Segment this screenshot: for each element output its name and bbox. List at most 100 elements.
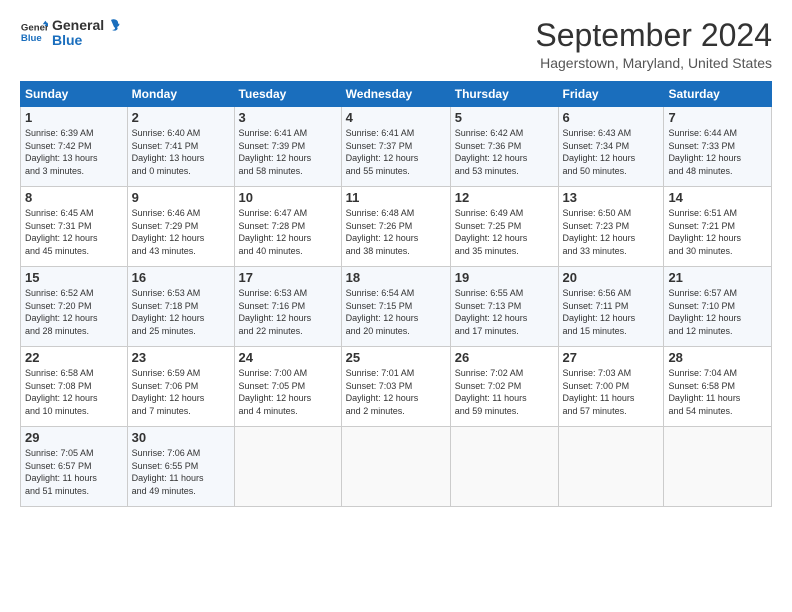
- cell-content: Sunrise: 6:59 AMSunset: 7:06 PMDaylight:…: [132, 367, 230, 417]
- calendar-cell: 26Sunrise: 7:02 AMSunset: 7:02 PMDayligh…: [450, 347, 558, 427]
- cell-content: Sunrise: 6:53 AMSunset: 7:16 PMDaylight:…: [239, 287, 337, 337]
- calendar-cell: 17 Sunrise: 6:53 AMSunset: 7:16 PMDayligh…: [234, 267, 341, 347]
- calendar-cell: 21 Sunrise: 6:57 AMSunset: 7:10 PMDayligh…: [664, 267, 772, 347]
- cell-content: Sunrise: 7:01 AMSunset: 7:03 PMDaylight:…: [346, 367, 446, 417]
- week-row-4: 22 Sunrise: 6:58 AMSunset: 7:08 PMDayligh…: [21, 347, 772, 427]
- header-cell-friday: Friday: [558, 82, 664, 107]
- day-number: 11: [346, 190, 446, 205]
- calendar-cell: 20 Sunrise: 6:56 AMSunset: 7:11 PMDayligh…: [558, 267, 664, 347]
- logo-line1: General: [52, 18, 104, 33]
- month-title: September 2024: [535, 18, 772, 53]
- cell-content: Sunrise: 7:05 AMSunset: 6:57 PMDaylight:…: [25, 447, 123, 497]
- day-number: 23: [132, 350, 230, 365]
- day-number: 1: [25, 110, 123, 125]
- day-number: 27: [563, 350, 660, 365]
- day-number: 26: [455, 350, 554, 365]
- calendar-cell: [234, 427, 341, 507]
- week-row-1: 1 Sunrise: 6:39 AMSunset: 7:42 PMDaylight…: [21, 107, 772, 187]
- day-number: 5: [455, 110, 554, 125]
- day-number: 8: [25, 190, 123, 205]
- cell-content: Sunrise: 6:39 AMSunset: 7:42 PMDaylight:…: [25, 127, 123, 177]
- calendar-cell: 6Sunrise: 6:43 AMSunset: 7:34 PMDaylight…: [558, 107, 664, 187]
- header-cell-saturday: Saturday: [664, 82, 772, 107]
- cell-content: Sunrise: 6:58 AMSunset: 7:08 PMDaylight:…: [25, 367, 123, 417]
- calendar-cell: 2 Sunrise: 6:40 AMSunset: 7:41 PMDaylight…: [127, 107, 234, 187]
- calendar-cell: 12 Sunrise: 6:49 AMSunset: 7:25 PMDayligh…: [450, 187, 558, 267]
- calendar-cell: 23 Sunrise: 6:59 AMSunset: 7:06 PMDayligh…: [127, 347, 234, 427]
- calendar-page: General Blue General Blue September 2024…: [0, 0, 792, 612]
- cell-content: Sunrise: 6:56 AMSunset: 7:11 PMDaylight:…: [563, 287, 660, 337]
- day-number: 14: [668, 190, 767, 205]
- day-number: 25: [346, 350, 446, 365]
- calendar-cell: 14Sunrise: 6:51 AMSunset: 7:21 PMDayligh…: [664, 187, 772, 267]
- logo-line2: Blue: [52, 33, 104, 48]
- cell-content: Sunrise: 6:50 AMSunset: 7:23 PMDaylight:…: [563, 207, 660, 257]
- calendar-cell: 27 Sunrise: 7:03 AMSunset: 7:00 PMDayligh…: [558, 347, 664, 427]
- header-cell-thursday: Thursday: [450, 82, 558, 107]
- day-number: 12: [455, 190, 554, 205]
- day-number: 28: [668, 350, 767, 365]
- cell-content: Sunrise: 7:03 AMSunset: 7:00 PMDaylight:…: [563, 367, 660, 417]
- cell-content: Sunrise: 6:41 AMSunset: 7:39 PMDaylight:…: [239, 127, 337, 177]
- header-row: SundayMondayTuesdayWednesdayThursdayFrid…: [21, 82, 772, 107]
- svg-text:Blue: Blue: [21, 33, 42, 44]
- cell-content: Sunrise: 7:06 AMSunset: 6:55 PMDaylight:…: [132, 447, 230, 497]
- week-row-3: 15Sunrise: 6:52 AMSunset: 7:20 PMDayligh…: [21, 267, 772, 347]
- calendar-cell: 7 Sunrise: 6:44 AMSunset: 7:33 PMDaylight…: [664, 107, 772, 187]
- week-row-5: 29 Sunrise: 7:05 AMSunset: 6:57 PMDayligh…: [21, 427, 772, 507]
- cell-content: Sunrise: 6:46 AMSunset: 7:29 PMDaylight:…: [132, 207, 230, 257]
- calendar-cell: 25 Sunrise: 7:01 AMSunset: 7:03 PMDayligh…: [341, 347, 450, 427]
- day-number: 15: [25, 270, 123, 285]
- calendar-cell: 16Sunrise: 6:53 AMSunset: 7:18 PMDayligh…: [127, 267, 234, 347]
- day-number: 10: [239, 190, 337, 205]
- calendar-cell: [341, 427, 450, 507]
- cell-content: Sunrise: 6:47 AMSunset: 7:28 PMDaylight:…: [239, 207, 337, 257]
- cell-content: Sunrise: 6:55 AMSunset: 7:13 PMDaylight:…: [455, 287, 554, 337]
- calendar-cell: 4Sunrise: 6:41 AMSunset: 7:37 PMDaylight…: [341, 107, 450, 187]
- day-number: 17: [239, 270, 337, 285]
- day-number: 7: [668, 110, 767, 125]
- header-cell-wednesday: Wednesday: [341, 82, 450, 107]
- cell-content: Sunrise: 7:04 AMSunset: 6:58 PMDaylight:…: [668, 367, 767, 417]
- cell-content: Sunrise: 7:00 AMSunset: 7:05 PMDaylight:…: [239, 367, 337, 417]
- calendar-cell: 9 Sunrise: 6:46 AMSunset: 7:29 PMDaylight…: [127, 187, 234, 267]
- calendar-cell: 10 Sunrise: 6:47 AMSunset: 7:28 PMDayligh…: [234, 187, 341, 267]
- day-number: 2: [132, 110, 230, 125]
- day-number: 4: [346, 110, 446, 125]
- logo-icon: General Blue: [20, 19, 48, 47]
- calendar-cell: 3 Sunrise: 6:41 AMSunset: 7:39 PMDaylight…: [234, 107, 341, 187]
- calendar-cell: 19 Sunrise: 6:55 AMSunset: 7:13 PMDayligh…: [450, 267, 558, 347]
- day-number: 13: [563, 190, 660, 205]
- cell-content: Sunrise: 6:48 AMSunset: 7:26 PMDaylight:…: [346, 207, 446, 257]
- day-number: 20: [563, 270, 660, 285]
- calendar-cell: 22 Sunrise: 6:58 AMSunset: 7:08 PMDayligh…: [21, 347, 128, 427]
- header-cell-monday: Monday: [127, 82, 234, 107]
- calendar-cell: 15Sunrise: 6:52 AMSunset: 7:20 PMDayligh…: [21, 267, 128, 347]
- day-number: 21: [668, 270, 767, 285]
- day-number: 18: [346, 270, 446, 285]
- day-number: 22: [25, 350, 123, 365]
- calendar-table: SundayMondayTuesdayWednesdayThursdayFrid…: [20, 81, 772, 507]
- day-number: 29: [25, 430, 123, 445]
- day-number: 9: [132, 190, 230, 205]
- day-number: 30: [132, 430, 230, 445]
- header-cell-tuesday: Tuesday: [234, 82, 341, 107]
- location-title: Hagerstown, Maryland, United States: [535, 55, 772, 71]
- day-number: 3: [239, 110, 337, 125]
- calendar-cell: 13 Sunrise: 6:50 AMSunset: 7:23 PMDayligh…: [558, 187, 664, 267]
- header-cell-sunday: Sunday: [21, 82, 128, 107]
- day-number: 19: [455, 270, 554, 285]
- calendar-cell: [450, 427, 558, 507]
- cell-content: Sunrise: 6:49 AMSunset: 7:25 PMDaylight:…: [455, 207, 554, 257]
- cell-content: Sunrise: 6:45 AMSunset: 7:31 PMDaylight:…: [25, 207, 123, 257]
- calendar-cell: 29 Sunrise: 7:05 AMSunset: 6:57 PMDayligh…: [21, 427, 128, 507]
- logo: General Blue General Blue: [20, 18, 120, 49]
- day-number: 16: [132, 270, 230, 285]
- calendar-cell: 1 Sunrise: 6:39 AMSunset: 7:42 PMDaylight…: [21, 107, 128, 187]
- calendar-cell: [558, 427, 664, 507]
- calendar-cell: 8 Sunrise: 6:45 AMSunset: 7:31 PMDaylight…: [21, 187, 128, 267]
- cell-content: Sunrise: 6:40 AMSunset: 7:41 PMDaylight:…: [132, 127, 230, 177]
- cell-content: Sunrise: 6:57 AMSunset: 7:10 PMDaylight:…: [668, 287, 767, 337]
- cell-content: Sunrise: 6:44 AMSunset: 7:33 PMDaylight:…: [668, 127, 767, 177]
- day-number: 24: [239, 350, 337, 365]
